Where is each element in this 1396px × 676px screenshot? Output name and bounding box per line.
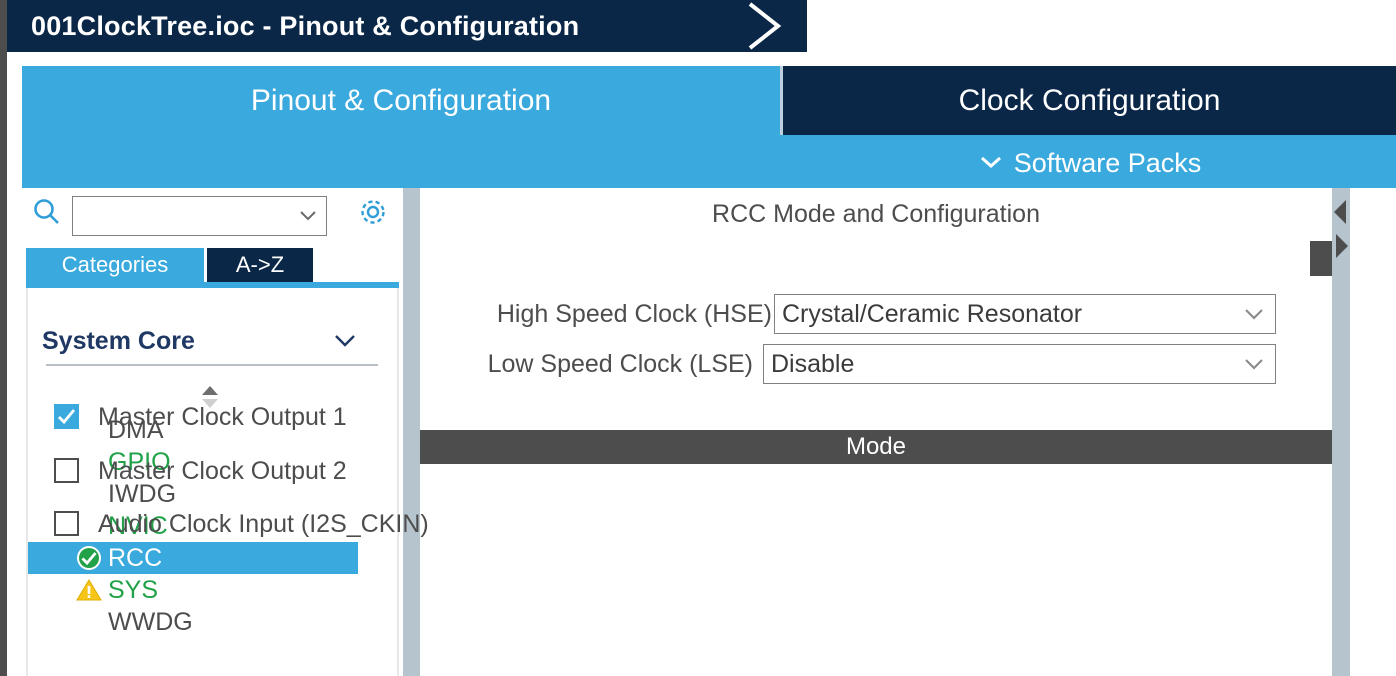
row-low-speed-clock: Low Speed Clock (LSE) Disable (470, 344, 1276, 384)
list-item-label: WWDG (108, 608, 193, 636)
select-value: Crystal/Ceramic Resonator (782, 300, 1083, 328)
software-packs-label: Software Packs (1013, 148, 1202, 178)
group-divider (46, 364, 378, 366)
gear-icon[interactable] (355, 194, 391, 230)
panel-divider[interactable] (403, 188, 420, 676)
check-icon (54, 404, 79, 429)
tab-categories[interactable]: Categories (26, 248, 204, 282)
warning-triangle-icon (76, 577, 102, 603)
search-icon (31, 196, 63, 228)
checkbox-label: Master Clock Output 2 (98, 457, 347, 485)
list-item-label: SYS (108, 576, 159, 604)
check-circle-icon (76, 545, 102, 571)
chevron-down-icon (978, 135, 1004, 188)
software-packs-menu[interactable]: Software Packs (783, 135, 1396, 188)
row-high-speed-clock: High Speed Clock (HSE) Crystal/Ceramic R… (470, 294, 1276, 334)
select-low-speed-clock[interactable]: Disable (763, 344, 1276, 384)
mode-section-header: Mode (420, 430, 1332, 464)
rcc-configuration-panel: RCC Mode and Configuration Mode (420, 188, 1332, 676)
checkbox-label: Audio Clock Input (I2S_CKIN) (98, 510, 429, 538)
chevron-right-outline-icon (734, 0, 802, 52)
list-item-label: RCC (108, 544, 163, 572)
mode-bar-edge-cap (1310, 241, 1332, 276)
tab-pinout-configuration[interactable]: Pinout & Configuration (22, 66, 780, 135)
list-item-rcc[interactable]: RCC (28, 542, 358, 574)
label-low-speed-clock: Low Speed Clock (LSE) (487, 350, 753, 378)
tab-a-to-z[interactable]: A->Z (207, 248, 313, 282)
list-item-sys[interactable]: SYS (28, 574, 358, 606)
triangle-right-icon[interactable] (1332, 228, 1350, 264)
title-bar-notch (807, 0, 1396, 52)
right-margin (1350, 188, 1396, 676)
search-input[interactable] (73, 197, 298, 235)
label-high-speed-clock: High Speed Clock (HSE) (496, 300, 772, 328)
select-value: Disable (771, 350, 855, 378)
main-tab-strip: Pinout & Configuration Clock Configurati… (22, 66, 1396, 188)
tab-clock-configuration[interactable]: Clock Configuration (783, 66, 1396, 135)
checkbox-master-clock-output-1[interactable] (54, 404, 79, 429)
window-left-gutter (0, 0, 7, 676)
chevron-down-icon[interactable] (332, 332, 358, 350)
select-high-speed-clock[interactable]: Crystal/Ceramic Resonator (774, 294, 1276, 334)
chevron-down-icon[interactable] (1243, 306, 1265, 322)
checkbox-audio-clock-input[interactable] (54, 511, 79, 536)
search-combobox[interactable] (72, 196, 327, 236)
checkbox-label: Master Clock Output 1 (98, 403, 347, 431)
chevron-down-icon[interactable] (1243, 356, 1265, 372)
panel-title: RCC Mode and Configuration (712, 200, 1040, 228)
triangle-left-icon[interactable] (1332, 194, 1350, 230)
window-title-bar: 001ClockTree.ioc - Pinout & Configuratio… (7, 0, 1396, 52)
page-title: 001ClockTree.ioc - Pinout & Configuratio… (31, 11, 580, 41)
group-title: System Core (42, 327, 195, 355)
list-item-wwdg[interactable]: WWDG (28, 606, 358, 638)
chevron-down-icon[interactable] (298, 207, 318, 225)
checkbox-master-clock-output-2[interactable] (54, 458, 79, 483)
group-header-system-core[interactable]: System Core (42, 320, 382, 362)
